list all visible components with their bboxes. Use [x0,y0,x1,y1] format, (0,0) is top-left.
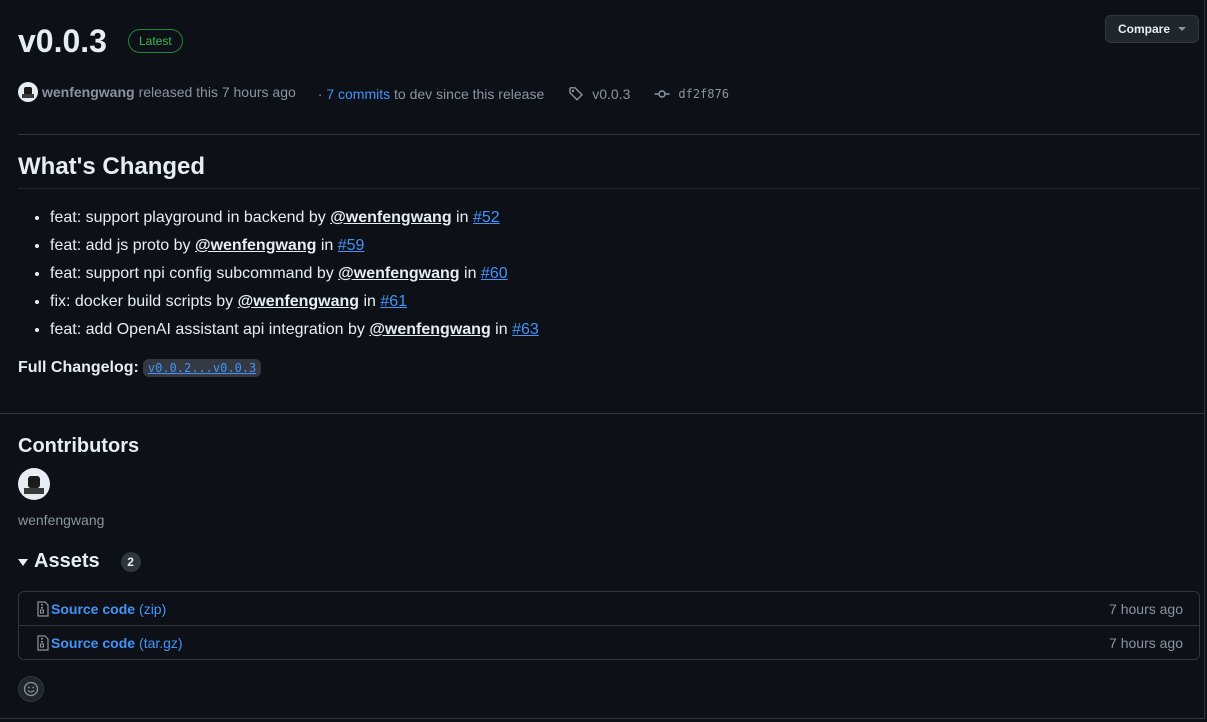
release-meta: wenfengwang released this 7 hours ago · … [18,80,729,104]
change-text: feat: support playground in backend by [50,209,326,226]
list-item: fix: docker build scripts by @wenfengwan… [50,288,539,316]
release-page: v0.0.3 Latest Compare wenfengwang releas… [0,0,1207,722]
in-text: in [363,293,376,310]
asset-download-link[interactable]: Source code [51,601,135,617]
divider [0,413,1205,414]
user-mention-link[interactable]: @wenfengwang [195,237,316,254]
whats-changed-heading: What's Changed [18,153,206,180]
compare-button[interactable]: Compare [1105,15,1199,43]
commits-prefix: · [317,86,323,102]
file-zip-icon [37,600,49,617]
asset-timestamp: 7 hours ago [1109,601,1183,617]
contributors-heading: Contributors [18,435,140,457]
asset-download-link[interactable]: Source code [51,635,135,651]
tag-link[interactable]: v0.0.3 [568,86,630,102]
heading-underline [18,188,1200,189]
pr-link[interactable]: #52 [473,209,500,226]
list-item: feat: support npi config subcommand by @… [50,260,539,288]
change-text: feat: add js proto by [50,237,191,254]
list-item: feat: add OpenAI assistant api integrati… [50,316,539,344]
commit-sha: df2f876 [678,87,729,101]
pr-link[interactable]: #60 [481,265,508,282]
avatar[interactable] [18,82,38,102]
commits-suffix: to dev since this release [394,86,545,102]
release-title[interactable]: v0.0.3 [18,22,107,60]
commit-link[interactable]: df2f876 [654,86,729,102]
in-text: in [495,321,508,338]
user-mention-link[interactable]: @wenfengwang [369,321,490,338]
released-text: released this 7 hours ago [138,84,296,100]
changelog-label: Full Changelog: [18,359,139,376]
latest-badge: Latest [127,29,183,53]
commits-info: · 7 commits to dev since this release [318,86,544,102]
assets-list: Source code (zip) 7 hours ago Source cod… [18,591,1200,660]
git-commit-icon [654,90,670,98]
in-text: in [320,237,334,254]
assets-count-badge: 2 [120,551,141,572]
triangle-down-icon [18,559,28,566]
change-text: feat: add OpenAI assistant api integrati… [50,321,365,338]
change-text: fix: docker build scripts by [50,293,234,310]
divider [18,134,1200,135]
user-mention-link[interactable]: @wenfengwang [338,265,459,282]
list-item: feat: support playground in backend by @… [50,204,539,232]
change-text: feat: support npi config subcommand by [50,265,334,282]
in-text: in [464,265,477,282]
compare-button-label: Compare [1118,22,1171,36]
smiley-icon [23,681,39,697]
user-mention-link[interactable]: @wenfengwang [330,209,451,226]
asset-extension[interactable]: (tar.gz) [139,635,183,651]
asset-extension[interactable]: (zip) [139,601,166,617]
add-reaction-button[interactable] [18,676,44,702]
author-link[interactable]: wenfengwang [42,84,135,100]
user-mention-link[interactable]: @wenfengwang [238,293,359,310]
tag-icon [569,87,583,101]
full-changelog: Full Changelog: v0.0.2...v0.0.3 [18,359,262,377]
pr-link[interactable]: #61 [380,293,407,310]
pr-link[interactable]: #59 [338,237,365,254]
commits-link[interactable]: 7 commits [326,86,390,102]
contributor-avatar[interactable] [18,468,50,500]
asset-row: Source code (zip) 7 hours ago [19,592,1199,625]
chevron-down-icon [1178,27,1186,31]
assets-toggle[interactable]: Assets 2 [18,550,141,573]
changes-list: feat: support playground in backend by @… [30,204,539,344]
tag-label: v0.0.3 [592,86,631,102]
contributor-name: wenfengwang [18,512,105,528]
pr-link[interactable]: #63 [512,321,539,338]
changelog-compare-link[interactable]: v0.0.2...v0.0.3 [142,359,262,377]
in-text: in [456,209,469,226]
list-item: feat: add js proto by @wenfengwang in #5… [50,232,539,260]
file-zip-icon [37,634,49,651]
assets-heading: Assets [34,550,100,572]
release-header: v0.0.3 Latest [18,22,183,60]
asset-timestamp: 7 hours ago [1109,635,1183,651]
asset-row: Source code (tar.gz) 7 hours ago [19,625,1199,659]
